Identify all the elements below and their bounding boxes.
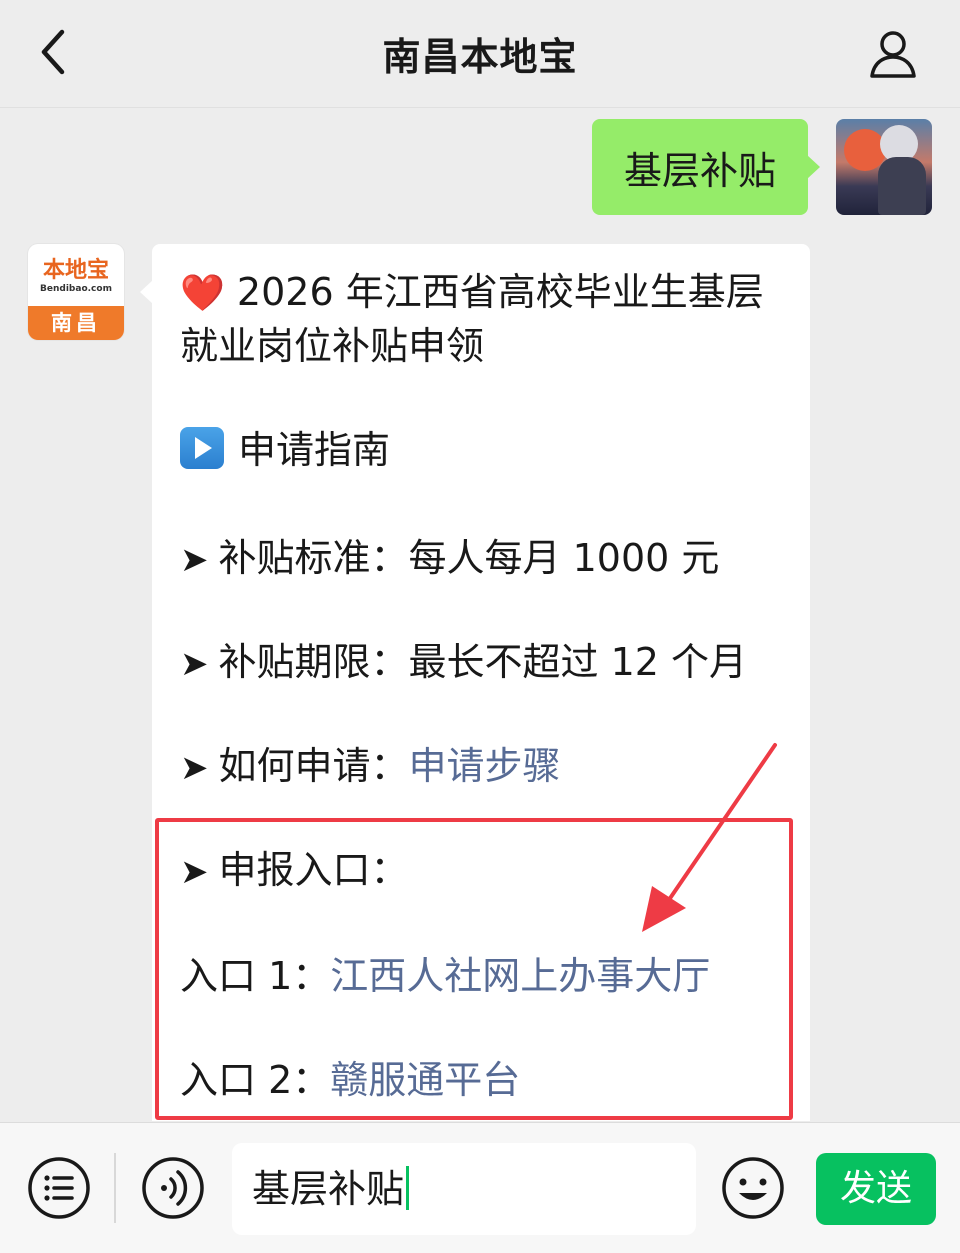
divider bbox=[114, 1153, 116, 1223]
user-message-text: 基层补贴 bbox=[623, 148, 776, 193]
chat-area[interactable]: 基层补贴 本地宝 Bendibao.com 南昌 ❤️ 2026 年江西省高校毕… bbox=[0, 109, 960, 1121]
list-menu-icon[interactable] bbox=[26, 1155, 92, 1221]
how-row: ➤ 如何申请：申请步骤 bbox=[180, 740, 561, 794]
play-icon bbox=[180, 427, 224, 469]
entry1-link[interactable]: 江西人社网上办事大厅 bbox=[330, 954, 710, 998]
entry-label: 申报入口： bbox=[218, 848, 409, 892]
chat-title: 南昌本地宝 bbox=[382, 35, 578, 79]
entry2-link[interactable]: 赣服通平台 bbox=[330, 1058, 520, 1102]
entry2-row: 入口 2：赣服通平台 bbox=[180, 1054, 520, 1106]
bot-message-bubble[interactable]: ❤️ 2026 年江西省高校毕业生基层就业岗位补贴申领 申请指南 ➤ 补贴标准：每… bbox=[140, 244, 810, 1121]
standard-row: ➤ 补贴标准：每人每月 1000 元 bbox=[180, 532, 719, 586]
arrow-bullet-icon: ➤ bbox=[180, 748, 209, 788]
period-label: 补贴期限： bbox=[218, 640, 409, 684]
avatar-city-label: 南昌 bbox=[28, 306, 124, 340]
arrow-bullet-icon: ➤ bbox=[180, 852, 209, 892]
apply-steps-link[interactable]: 申请步骤 bbox=[409, 744, 561, 788]
arrow-bullet-icon: ➤ bbox=[180, 644, 209, 684]
arrow-bullet-icon: ➤ bbox=[180, 540, 209, 580]
standard-label: 补贴标准： bbox=[218, 536, 409, 580]
message-title-text: 2026 年江西省高校毕业生基层就业岗位补贴申领 bbox=[180, 270, 764, 368]
smile-icon[interactable] bbox=[720, 1155, 786, 1221]
user-message-bubble[interactable]: 基层补贴 bbox=[591, 119, 821, 215]
person-icon[interactable] bbox=[866, 26, 920, 80]
heart-icon: ❤️ bbox=[180, 273, 225, 314]
entry1-label: 入口 1： bbox=[180, 954, 331, 998]
voice-icon[interactable] bbox=[140, 1155, 206, 1221]
avatar-logo-text: 本地宝 bbox=[42, 257, 109, 283]
input-bar: 基层补贴 发送 bbox=[0, 1122, 960, 1253]
send-button[interactable]: 发送 bbox=[816, 1153, 936, 1225]
message-input[interactable]: 基层补贴 bbox=[232, 1143, 696, 1235]
period-value: 最长不超过 12 个月 bbox=[408, 640, 748, 684]
text-caret bbox=[406, 1166, 410, 1210]
standard-value: 每人每月 1000 元 bbox=[408, 536, 720, 580]
period-row: ➤ 补贴期限：最长不超过 12 个月 bbox=[180, 636, 747, 690]
user-avatar[interactable] bbox=[836, 119, 932, 215]
guide-label: 申请指南 bbox=[238, 428, 391, 472]
bot-avatar[interactable]: 本地宝 Bendibao.com 南昌 bbox=[28, 244, 124, 340]
how-label: 如何申请： bbox=[218, 744, 409, 788]
avatar-logo-sub: Bendibao.com bbox=[40, 284, 112, 294]
message-input-value: 基层补贴 bbox=[252, 1167, 405, 1211]
entry1-row: 入口 1：江西人社网上办事大厅 bbox=[180, 950, 710, 1002]
message-title: ❤️ 2026 年江西省高校毕业生基层就业岗位补贴申领 bbox=[180, 266, 782, 372]
guide-row: 申请指南 bbox=[180, 424, 390, 476]
entry-row: ➤ 申报入口： bbox=[180, 844, 409, 898]
chat-header: 南昌本地宝 bbox=[0, 0, 960, 108]
entry2-label: 入口 2： bbox=[180, 1058, 331, 1102]
